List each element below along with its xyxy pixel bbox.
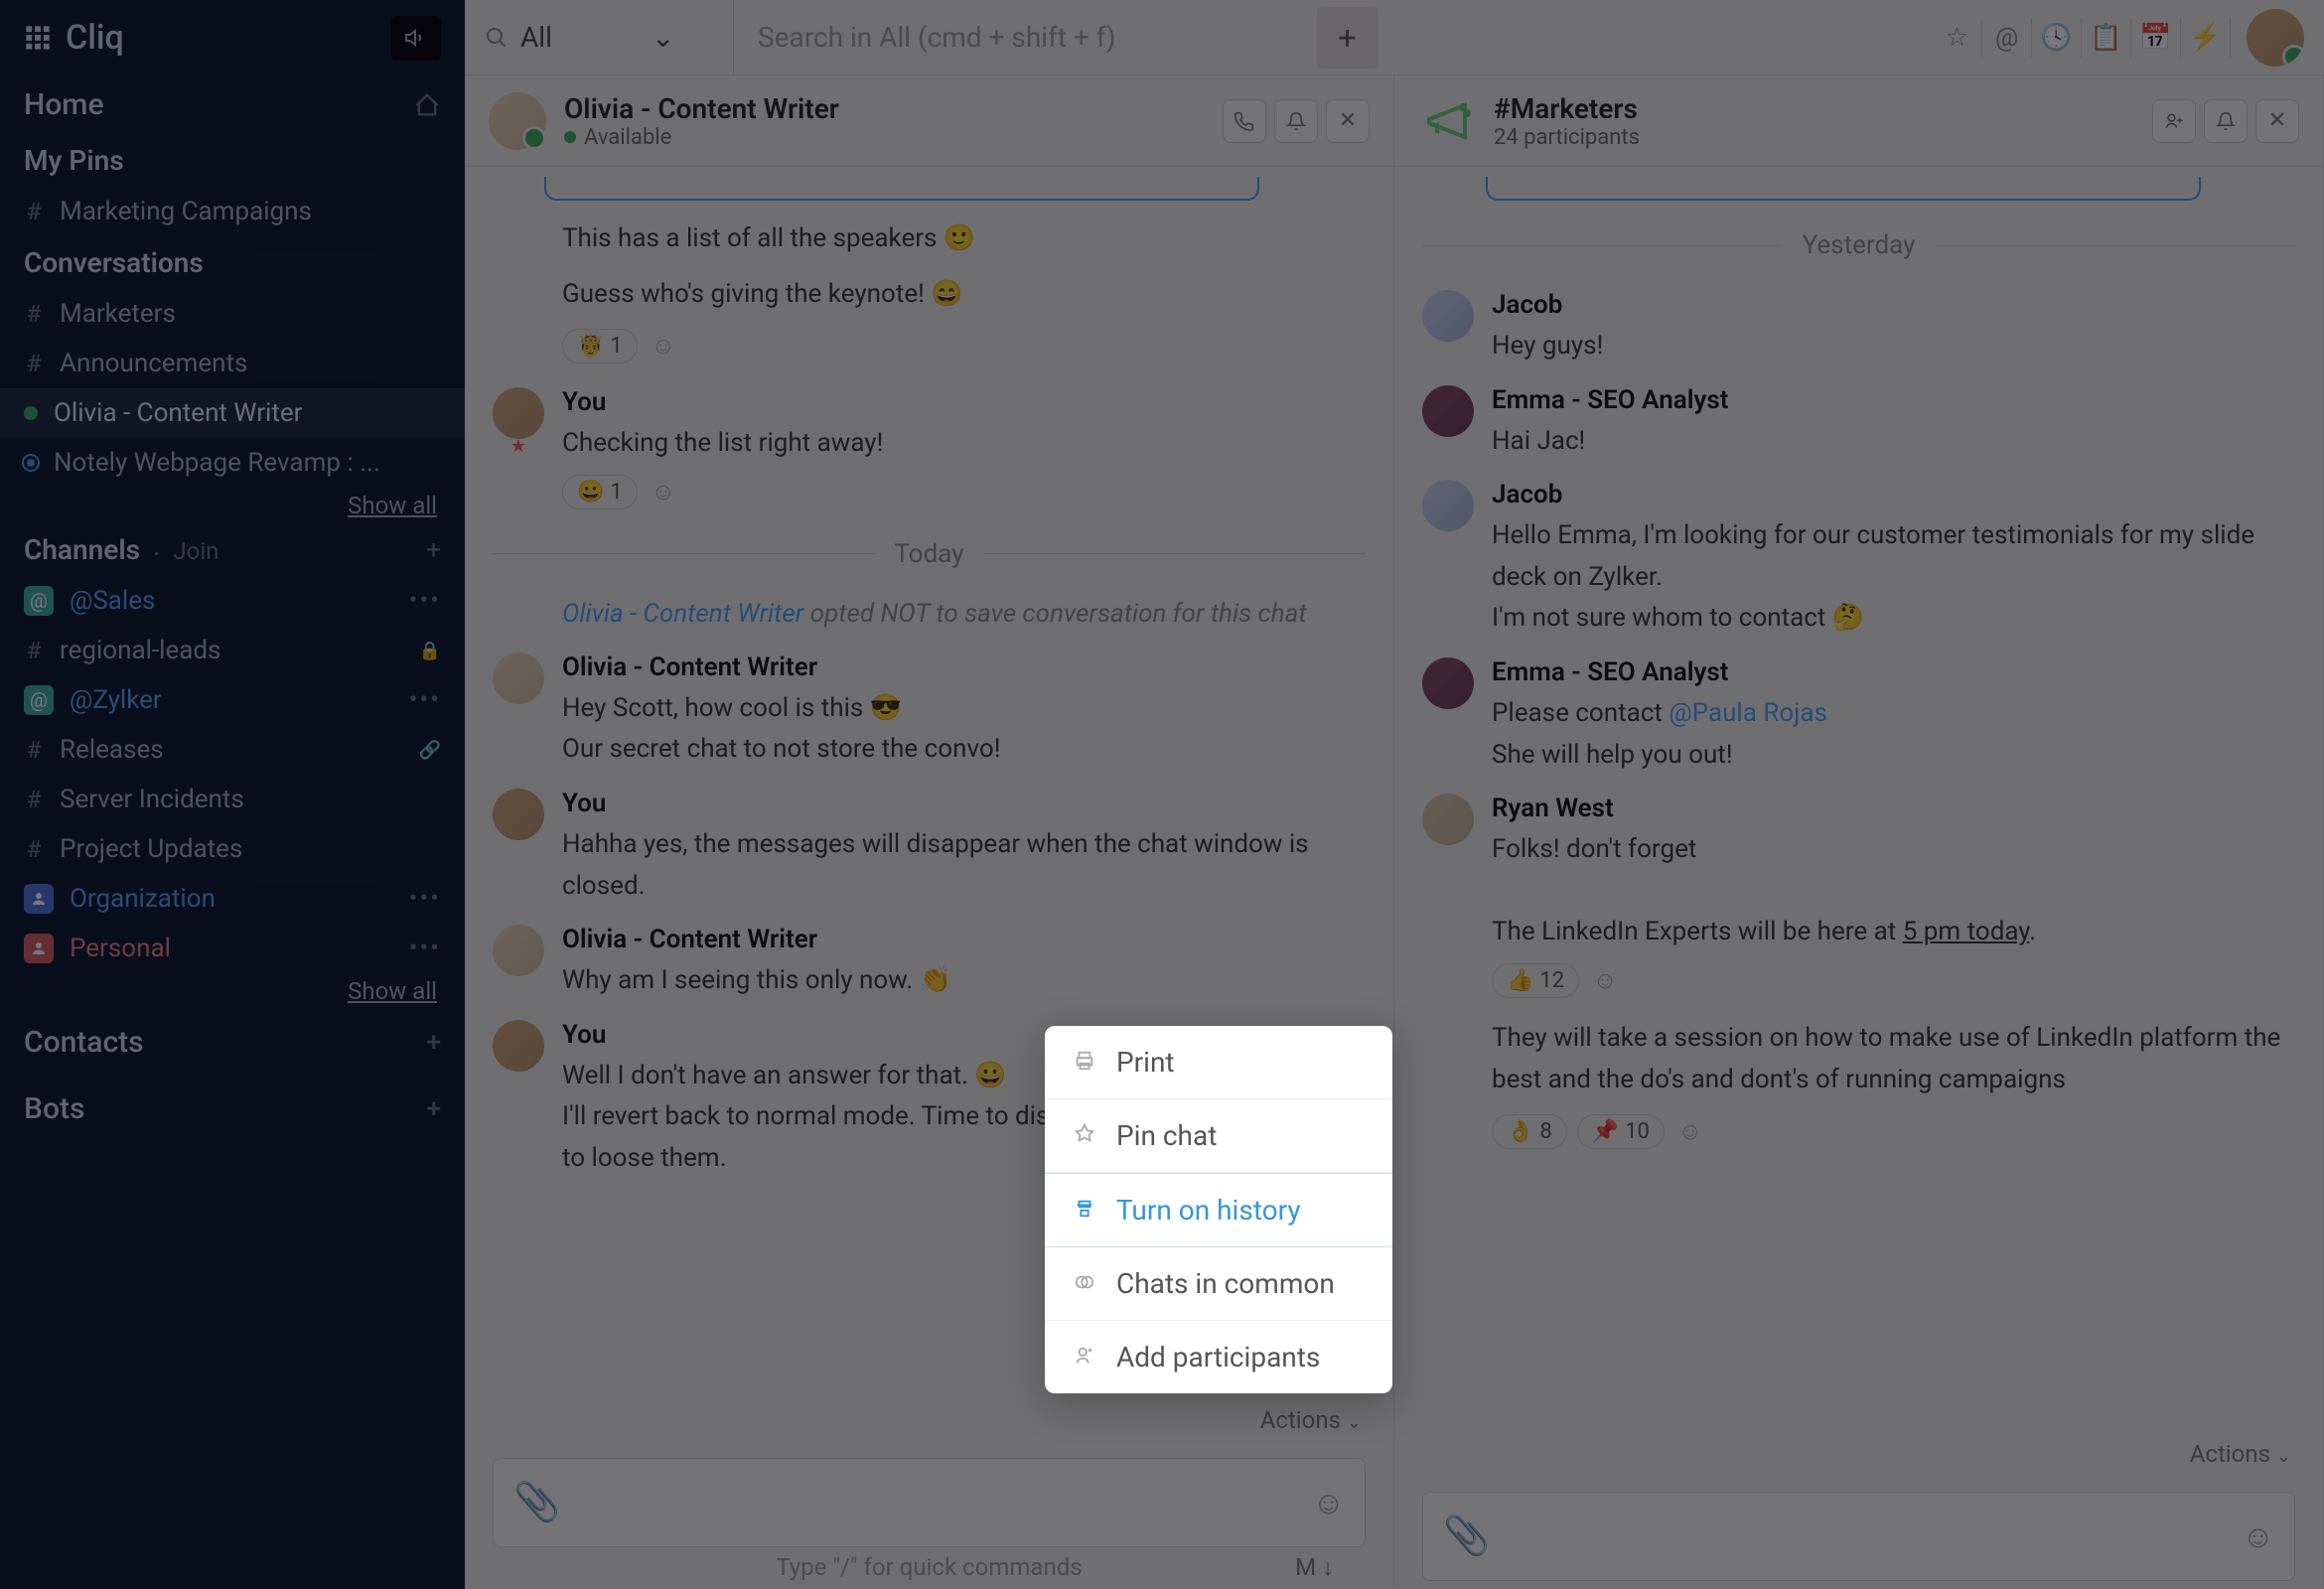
popup-chats-in-common[interactable]: Chats in common	[1045, 1247, 1392, 1321]
popup-label: Add participants	[1116, 1341, 1320, 1373]
popup-pin-chat[interactable]: Pin chat	[1045, 1099, 1392, 1173]
pin-icon	[1071, 1119, 1098, 1152]
popup-label: Pin chat	[1116, 1119, 1217, 1152]
popup-print[interactable]: Print	[1045, 1026, 1392, 1099]
popup-label: Turn on history	[1116, 1194, 1301, 1227]
print-icon	[1071, 1046, 1098, 1079]
popup-add-participants[interactable]: Add participants	[1045, 1321, 1392, 1393]
popup-turn-on-history[interactable]: Turn on history	[1045, 1173, 1392, 1247]
common-chats-icon	[1071, 1267, 1098, 1300]
popup-label: Chats in common	[1116, 1267, 1335, 1300]
actions-popup: Print Pin chat Turn on history Chats in …	[1045, 1026, 1392, 1393]
add-person-icon	[1071, 1341, 1098, 1373]
popup-label: Print	[1116, 1046, 1175, 1079]
history-icon	[1071, 1194, 1098, 1227]
